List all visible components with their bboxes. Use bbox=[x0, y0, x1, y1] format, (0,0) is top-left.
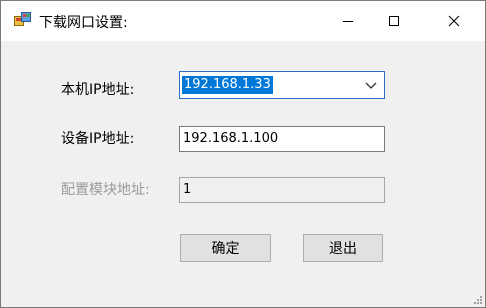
local-ip-label: 本机IP地址: bbox=[61, 82, 135, 98]
device-ip-label: 设备IP地址: bbox=[61, 131, 135, 147]
device-ip-input[interactable]: 192.168.1.100 bbox=[179, 126, 385, 152]
dialog-window: 下载网口设置: 本机IP地址: 192.168.1.33 设备IP地址: 192… bbox=[0, 0, 486, 308]
minimize-icon bbox=[343, 21, 353, 22]
resize-grip-icon[interactable] bbox=[473, 295, 483, 305]
chevron-down-icon[interactable] bbox=[364, 80, 378, 92]
maximize-button[interactable] bbox=[371, 1, 417, 41]
title-bar[interactable]: 下载网口设置: bbox=[1, 1, 485, 41]
app-icon bbox=[14, 12, 31, 26]
window-title: 下载网口设置: bbox=[39, 15, 128, 31]
config-module-input: 1 bbox=[179, 177, 385, 203]
minimize-button[interactable] bbox=[325, 1, 371, 41]
exit-button[interactable]: 退出 bbox=[303, 234, 383, 262]
close-icon bbox=[448, 15, 460, 27]
local-ip-dropdown[interactable]: 192.168.1.33 bbox=[179, 71, 385, 99]
config-module-label: 配置模块地址: bbox=[61, 182, 150, 198]
confirm-button[interactable]: 确定 bbox=[180, 234, 271, 262]
maximize-icon bbox=[389, 16, 399, 26]
close-button[interactable] bbox=[431, 1, 477, 41]
local-ip-selected-value: 192.168.1.33 bbox=[182, 76, 273, 94]
